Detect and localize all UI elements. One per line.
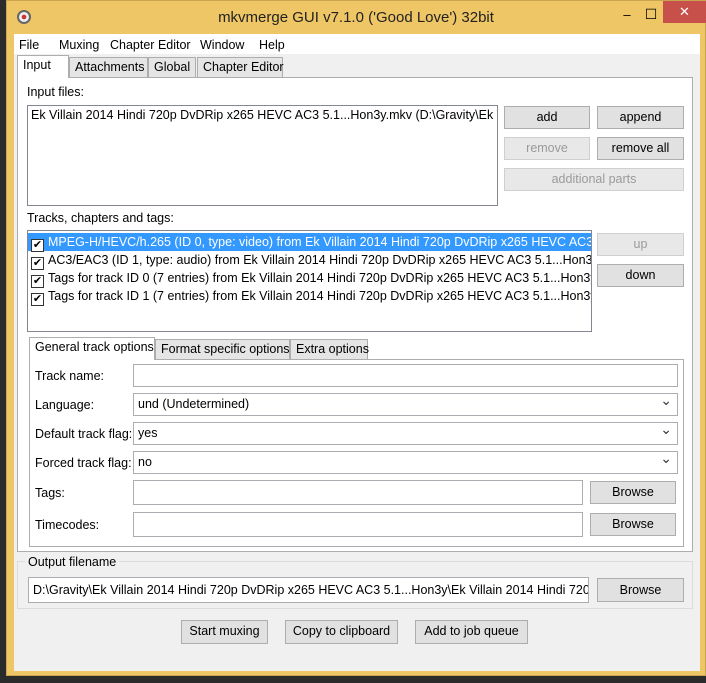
language-label: Language:: [35, 398, 95, 412]
append-button[interactable]: append: [597, 106, 684, 129]
output-label: Output filename: [25, 555, 120, 569]
menu-help[interactable]: Help: [254, 36, 290, 54]
forced-flag-value: no: [138, 455, 152, 469]
checkbox[interactable]: ✔: [31, 293, 44, 306]
track-label: Tags for track ID 0 (7 entries) from Ek …: [48, 271, 592, 285]
start-muxing-button[interactable]: Start muxing: [181, 620, 268, 644]
track-label: AC3/EAC3 (ID 1, type: audio) from Ek Vil…: [48, 253, 592, 267]
tab-global[interactable]: Global: [148, 57, 196, 78]
language-select[interactable]: und (Undetermined): [133, 393, 678, 416]
tags-label: Tags:: [35, 486, 65, 500]
tags-input[interactable]: [133, 480, 583, 505]
track-row[interactable]: ✔ MPEG-H/HEVC/h.265 (ID 0, type: video) f…: [28, 233, 592, 252]
track-label: MPEG-H/HEVC/h.265 (ID 0, type: video) fr…: [48, 235, 592, 249]
subtab-format[interactable]: Format specific options: [155, 339, 290, 360]
minimize-button[interactable]: –: [617, 7, 637, 22]
forced-flag-label: Forced track flag:: [35, 456, 132, 470]
language-value: und (Undetermined): [138, 397, 250, 411]
track-label: Tags for track ID 1 (7 entries) from Ek …: [48, 289, 592, 303]
menu-file[interactable]: File: [14, 36, 44, 54]
input-files-label: Input files:: [27, 85, 84, 99]
down-button[interactable]: down: [597, 264, 684, 287]
subtab-general[interactable]: General track options: [29, 337, 155, 360]
up-button[interactable]: up: [597, 233, 684, 256]
tab-input[interactable]: Input: [17, 55, 69, 78]
app-window: mkvmerge GUI v7.1.0 ('Good Love') 32bit …: [6, 0, 706, 676]
tags-browse-button[interactable]: Browse: [590, 481, 676, 504]
timecodes-input[interactable]: [133, 512, 583, 537]
subtab-extra[interactable]: Extra options: [290, 339, 369, 360]
output-browse-button[interactable]: Browse: [597, 578, 684, 602]
menu-bar: File Muxing Chapter Editor Window Help: [14, 34, 700, 54]
input-files-list[interactable]: Ek Villain 2014 Hindi 720p DvDRip x265 H…: [27, 105, 498, 206]
copy-to-clipboard-button[interactable]: Copy to clipboard: [285, 620, 398, 644]
remove-button[interactable]: remove: [504, 137, 590, 160]
menu-muxing[interactable]: Muxing: [54, 36, 104, 54]
input-panel: Input files: Ek Villain 2014 Hindi 720p …: [17, 77, 693, 552]
window-title: mkvmerge GUI v7.1.0 ('Good Love') 32bit: [218, 9, 494, 26]
default-flag-value: yes: [138, 426, 158, 440]
track-row[interactable]: ✔ AC3/EAC3 (ID 1, type: audio) from Ek Vi…: [28, 251, 592, 270]
list-item[interactable]: Ek Villain 2014 Hindi 720p DvDRip x265 H…: [28, 106, 497, 124]
maximize-button[interactable]: ☐: [641, 6, 661, 23]
tracks-list[interactable]: ✔ MPEG-H/HEVC/h.265 (ID 0, type: video) f…: [27, 230, 592, 332]
menu-chapter-editor[interactable]: Chapter Editor: [105, 36, 196, 54]
additional-parts-button[interactable]: additional parts: [504, 168, 684, 191]
track-row[interactable]: ✔ Tags for track ID 1 (7 entries) from Ek…: [28, 287, 592, 306]
tracks-label: Tracks, chapters and tags:: [27, 211, 174, 225]
timecodes-label: Timecodes:: [35, 518, 100, 532]
tab-chapter-editor[interactable]: Chapter Editor: [197, 57, 284, 78]
track-name-label: Track name:: [35, 369, 105, 383]
timecodes-browse-button[interactable]: Browse: [590, 513, 676, 536]
tab-attachments[interactable]: Attachments: [69, 57, 148, 78]
close-button[interactable]: ✕: [663, 1, 706, 23]
track-name-input[interactable]: [133, 364, 678, 387]
menu-window[interactable]: Window: [195, 36, 249, 54]
remove-all-button[interactable]: remove all: [597, 137, 684, 160]
add-button[interactable]: add: [504, 106, 590, 129]
output-filename-input[interactable]: D:\Gravity\Ek Villain 2014 Hindi 720p Dv…: [28, 577, 589, 603]
general-options-panel: Track name: Language: und (Undetermined)…: [29, 359, 684, 547]
default-flag-label: Default track flag:: [35, 427, 133, 441]
add-to-job-queue-button[interactable]: Add to job queue: [415, 620, 528, 644]
track-row[interactable]: ✔ Tags for track ID 0 (7 entries) from Ek…: [28, 269, 592, 288]
default-flag-select[interactable]: yes: [133, 422, 678, 445]
forced-flag-select[interactable]: no: [133, 451, 678, 474]
client-area: File Muxing Chapter Editor Window Help I…: [14, 34, 700, 671]
